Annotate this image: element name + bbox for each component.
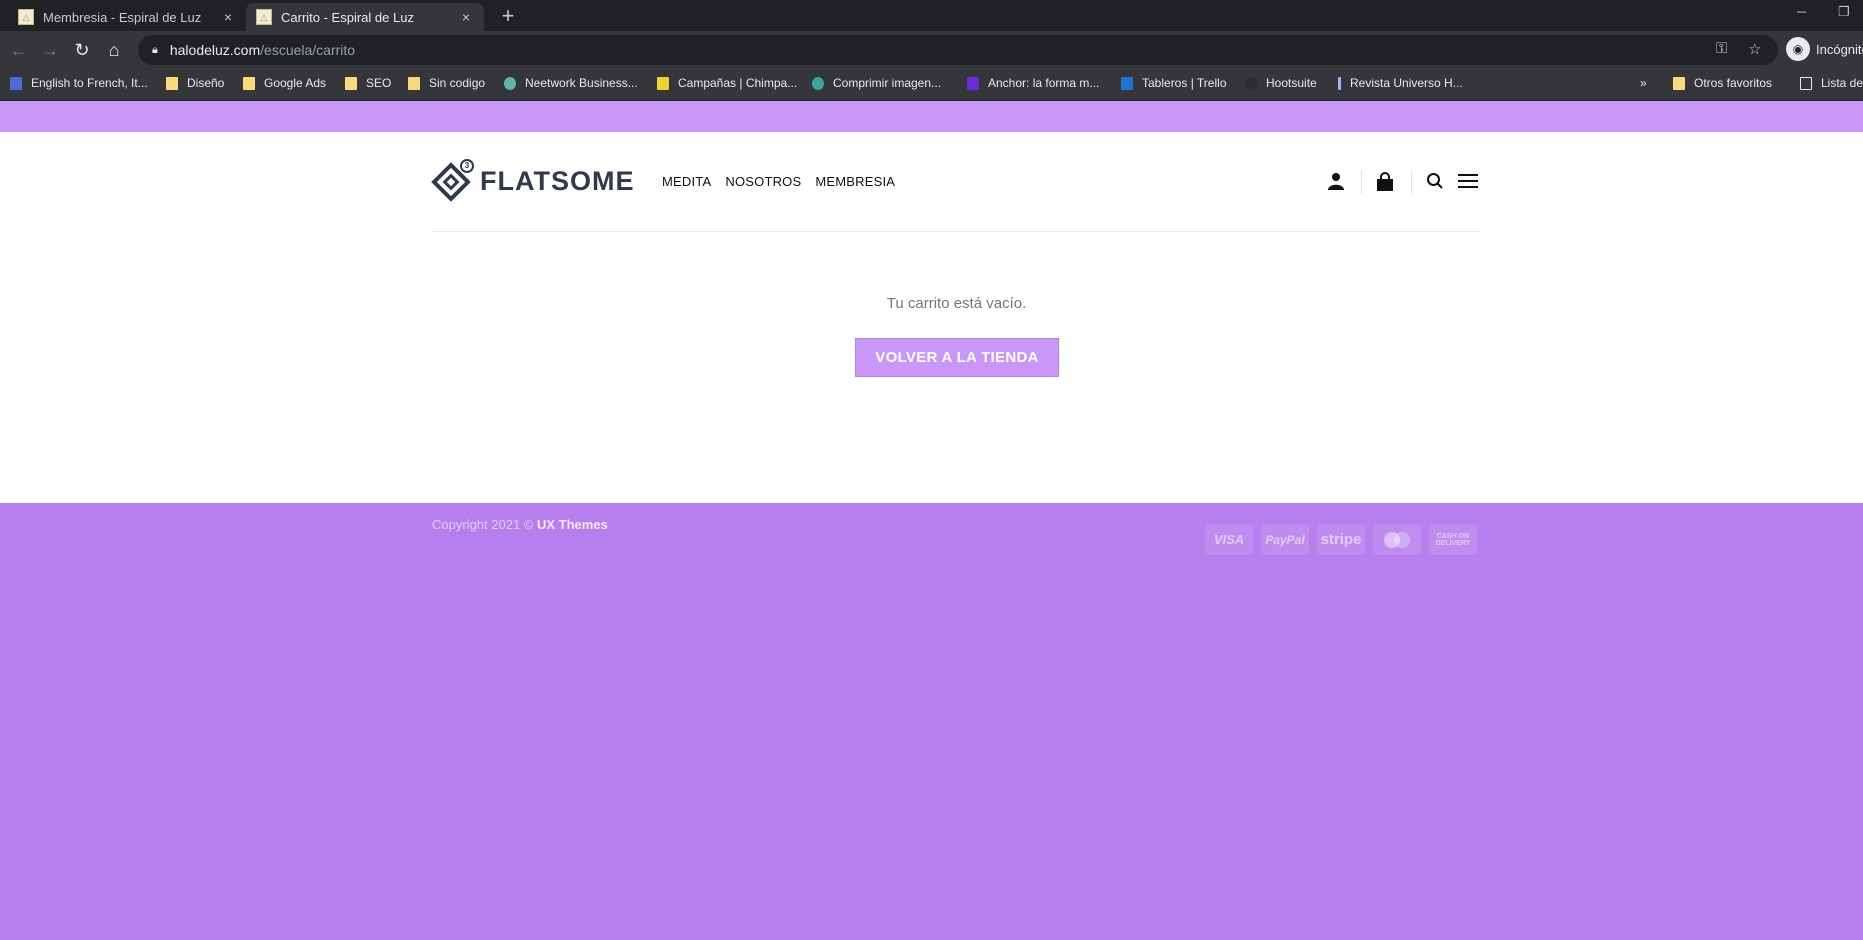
page-main	[0, 132, 1863, 503]
minimize-icon[interactable]: ─	[1797, 4, 1806, 19]
tab-title: Membresia - Espiral de Luz	[43, 9, 202, 25]
bookmark-star-icon[interactable]: ☆	[1748, 40, 1761, 58]
search-icon[interactable]	[1425, 172, 1445, 192]
tab-title: Carrito - Espiral de Luz	[281, 9, 414, 25]
url-host: halodeluz.com	[169, 42, 261, 58]
header-divider	[1361, 170, 1362, 194]
user-account-icon[interactable]	[1326, 172, 1346, 192]
folder-icon	[1673, 76, 1685, 90]
reload-icon[interactable]: ↻	[71, 39, 93, 61]
close-tab-icon[interactable]: ×	[220, 9, 236, 25]
close-tab-icon[interactable]: ×	[458, 9, 474, 25]
home-icon[interactable]: ⌂	[103, 39, 125, 61]
tab-membresia[interactable]: △ Membresia - Espiral de Luz ×	[8, 3, 246, 31]
bookmark-item[interactable]: Comprimir imagen...	[812, 76, 941, 90]
bookmark-item[interactable]: Tableros | Trello	[1121, 76, 1227, 90]
logo-text: FLATSOME	[480, 165, 635, 196]
main-nav: MEDITA NOSOTROS MEMBRESIA	[662, 174, 895, 189]
top-bar	[0, 101, 1863, 132]
folder-icon	[345, 76, 357, 90]
header-divider-line	[432, 231, 1481, 232]
neetwork-icon	[504, 76, 516, 90]
cash-on-delivery-icon: CASH ON DELIVERY	[1429, 524, 1477, 555]
cart-empty-message: Tu carrito está vacío.	[886, 295, 1027, 312]
folder-icon	[243, 76, 255, 90]
site-favicon-icon: △	[256, 9, 272, 25]
anchor-icon	[967, 76, 979, 90]
hootsuite-icon	[1245, 76, 1257, 90]
bookmark-item[interactable]: Revista Universo H...	[1338, 76, 1463, 90]
restore-icon[interactable]: ❐	[1838, 4, 1850, 20]
mastercard-icon	[1373, 524, 1421, 555]
nav-item-medita[interactable]: MEDITA	[662, 174, 711, 189]
other-bookmarks-folder[interactable]: Otros favoritos	[1673, 76, 1772, 90]
trello-icon	[1121, 76, 1133, 90]
copyright-brand-link[interactable]: UX Themes	[537, 517, 608, 532]
reading-list-button[interactable]: Lista de	[1800, 76, 1863, 90]
tab-carrito[interactable]: △ Carrito - Espiral de Luz ×	[246, 3, 484, 31]
bookmark-folder[interactable]: Google Ads	[243, 76, 326, 90]
lock-icon: 🔒︎	[152, 43, 158, 56]
universo-icon	[1338, 76, 1341, 90]
incognito-indicator[interactable]: ◉ Incógnito	[1786, 37, 1863, 61]
address-bar[interactable]: 🔒︎ halodeluz.com /escuela/carrito	[138, 35, 1778, 65]
footer-copyright: Copyright 2021 © UX Themes	[432, 517, 608, 532]
new-tab-button[interactable]: +	[496, 4, 520, 28]
reading-list-icon	[1800, 76, 1812, 90]
browser-tabbar: △ Membresia - Espiral de Luz × △ Carrito…	[0, 0, 1863, 31]
payment-icons: VISA PayPal stripe CASH ON DELIVERY	[1205, 524, 1477, 555]
compress-icon	[812, 76, 824, 90]
site-logo[interactable]: 3 FLATSOME	[431, 159, 635, 203]
mailchimp-icon	[657, 76, 669, 90]
bookmark-folder[interactable]: SEO	[345, 76, 391, 90]
bookmarks-bar: English to French, It... Diseño Google A…	[0, 69, 1863, 101]
cart-icon[interactable]	[1375, 172, 1395, 192]
bookmark-item[interactable]: Hootsuite	[1245, 76, 1317, 90]
bookmark-item[interactable]: English to French, It...	[10, 76, 148, 90]
key-icon[interactable]: ⚿	[1716, 40, 1727, 57]
paypal-icon: PayPal	[1261, 524, 1309, 555]
browser-toolbar: ← → ↻ ⌂ 🔒︎ halodeluz.com /escuela/carrit…	[0, 31, 1863, 69]
bookmarks-overflow-button[interactable]: »	[1640, 76, 1647, 90]
folder-icon	[166, 76, 178, 90]
forward-icon[interactable]: →	[39, 39, 61, 61]
menu-hamburger-icon[interactable]	[1458, 172, 1478, 192]
copyright-text: Copyright 2021 ©	[432, 517, 537, 532]
bookmark-item[interactable]: Anchor: la forma m...	[967, 76, 1099, 90]
site-favicon-icon: △	[18, 9, 34, 25]
nav-item-nosotros[interactable]: NOSOTROS	[725, 174, 801, 189]
bookmark-item[interactable]: Neetwork Business...	[504, 76, 638, 90]
bookmark-folder[interactable]: Sin codigo	[408, 76, 485, 90]
nav-item-membresia[interactable]: MEMBRESIA	[815, 174, 895, 189]
bookmark-folder[interactable]: Diseño	[166, 76, 224, 90]
header-divider	[1411, 170, 1412, 194]
incognito-label: Incógnito	[1816, 41, 1863, 57]
return-to-shop-button[interactable]: VOLVER A LA TIENDA	[855, 338, 1059, 377]
back-icon[interactable]: ←	[8, 39, 30, 61]
reverso-icon	[10, 76, 22, 90]
stripe-icon: stripe	[1317, 524, 1365, 555]
bookmark-item[interactable]: Campañas | Chimpa...	[657, 76, 797, 90]
folder-icon	[408, 76, 420, 90]
visa-icon: VISA	[1205, 524, 1253, 555]
url-path: /escuela/carrito	[260, 42, 356, 58]
incognito-icon: ◉	[1786, 37, 1810, 61]
flatsome-logo-icon: 3	[431, 159, 474, 203]
